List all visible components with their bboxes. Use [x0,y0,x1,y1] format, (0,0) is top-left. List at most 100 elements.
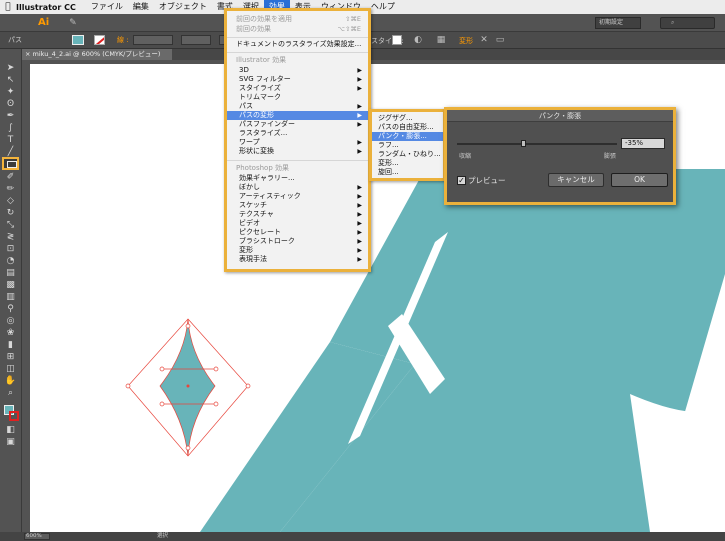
rectangle-tool-icon[interactable] [2,157,19,170]
transform-each-icon[interactable]: ✕ [479,35,489,45]
menu-last-effect[interactable]: 前回の効果 ⌥⇧⌘E [227,25,368,34]
recolor-icon[interactable]: ◐ [413,35,423,45]
perspective-grid-tool-icon[interactable]: ▤ [4,268,17,279]
transform-link[interactable]: 変形 [459,36,473,46]
eyedropper-tool-icon[interactable]: ⚲ [4,304,17,315]
menu-warp[interactable]: ワープ ▶ [227,138,368,147]
amount-value-field[interactable]: -35% [621,138,665,149]
screen-mode-icon[interactable]: ▣ [4,437,17,448]
free-transform-tool-icon[interactable]: ⊡ [4,244,17,255]
menu-object[interactable]: オブジェクト [154,0,212,14]
menu-pathfinder[interactable]: パスファインダー ▶ [227,120,368,129]
document-tab[interactable]: × miku_4_2.ai @ 600% (CMYK/プレビュー) [22,49,172,60]
graphic-style-swatch[interactable] [392,35,402,45]
anchor-point [125,383,131,389]
type-tool-icon[interactable]: T [4,135,17,146]
anchor-point [245,383,251,389]
document-title: miku_4_2.ai @ 600% (CMYK/プレビュー) [32,50,161,58]
hand-tool-icon[interactable]: ✋ [4,376,17,387]
menu-sketch[interactable]: スケッチ ▶ [227,201,368,210]
menu-file[interactable]: ファイル [86,0,128,14]
scale-tool-icon[interactable]: ⤡ [4,220,17,231]
slider-thumb[interactable] [521,140,526,147]
menu-video[interactable]: ビデオ ▶ [227,219,368,228]
menu-distort-transform[interactable]: パスの変形 ▶ [227,111,368,120]
checkmark-icon: ✓ [458,176,465,185]
apple-icon[interactable]:  [0,2,16,12]
menu-texture[interactable]: テクスチャ ▶ [227,210,368,219]
submenu-transform[interactable]: 変形... [372,159,443,168]
stroke-label[interactable]: 線 : [117,35,129,45]
magic-wand-tool-icon[interactable]: ✦ [4,87,17,98]
draw-mode-icon[interactable]: ◧ [4,425,17,436]
search-field[interactable]: ⌕ [660,17,715,29]
menu-svg-filter[interactable]: SVG フィルター ▶ [227,75,368,84]
rotate-tool-icon[interactable]: ↻ [4,208,17,219]
anchor-point [185,445,191,451]
workspace-switcher[interactable]: 初期設定 [595,17,641,29]
stroke-swatch[interactable] [94,35,105,45]
variable-width-profile[interactable] [180,35,211,45]
brush-icon[interactable]: ✎ [69,18,77,28]
submenu-zigzag[interactable]: ジグザグ... [372,114,443,123]
submenu-roughen[interactable]: ラフ... [372,141,443,150]
column-graph-tool-icon[interactable]: ▮ [4,340,17,351]
ok-button[interactable]: OK [611,173,668,187]
zoom-dropdown[interactable]: 600% [24,533,50,540]
submenu-tweak[interactable]: ランダム・ひねり... [372,150,443,159]
menu-effect-gallery[interactable]: 効果ギャラリー... [227,174,368,183]
menu-separator [227,52,368,53]
menu-document-raster-settings[interactable]: ドキュメントのラスタライズ効果設定... [227,40,368,49]
menu-pixelate[interactable]: ピクセレート ▶ [227,228,368,237]
pen-tool-icon[interactable]: ✒ [4,111,17,122]
bloat-label: 膨張 [604,153,617,160]
close-tab-icon[interactable]: × [25,50,33,58]
status-current-tool[interactable]: 選択 [157,532,168,541]
mesh-tool-icon[interactable]: ▩ [4,280,17,291]
stroke-weight-field[interactable] [132,35,173,45]
menu-rasterize[interactable]: ラスタライズ... [227,129,368,138]
menu-blur[interactable]: ぼかし ▶ [227,183,368,192]
zoom-tool-icon[interactable]: ⌕ [4,388,17,399]
menu-edit[interactable]: 編集 [128,0,154,14]
preview-checkbox[interactable]: ✓ [457,176,466,185]
menu-stylize-ps[interactable]: 表現手法 ▶ [227,255,368,264]
menu-convert-to-shape[interactable]: 形状に変換 ▶ [227,147,368,156]
eraser-tool-icon[interactable]: ◇ [4,196,17,207]
shaper-tool-icon[interactable]: ✏ [4,184,17,195]
direct-selection-tool-icon[interactable]: ↖ [4,75,17,86]
width-tool-icon[interactable]: ≷ [4,232,17,243]
menu-3d[interactable]: 3D ▶ [227,66,368,75]
isolate-icon[interactable]: ▭ [495,35,505,45]
preview-label[interactable]: プレビュー [468,176,506,185]
menu-artistic[interactable]: アーティスティック ▶ [227,192,368,201]
lasso-tool-icon[interactable]: ʘ [4,99,17,110]
submenu-free-distort[interactable]: パスの自由変形... [372,123,443,132]
pucker-label: 収縮 [459,153,472,160]
menu-apply-last-effect[interactable]: 前回の効果を適用 ⇧⌘E [227,15,368,24]
cancel-button[interactable]: キャンセル [548,173,604,187]
fill-swatch[interactable] [72,35,84,45]
menu-path[interactable]: パス ▶ [227,102,368,111]
blend-tool-icon[interactable]: ◎ [4,316,17,327]
menu-brush-strokes[interactable]: ブラシストローク ▶ [227,237,368,246]
artboard-tool-icon[interactable]: ⊞ [4,352,17,363]
menu-crop-marks[interactable]: トリムマーク [227,93,368,102]
gradient-tool-icon[interactable]: ▥ [4,292,17,303]
app-menu[interactable]: Illustrator CC [16,3,76,12]
symbol-sprayer-tool-icon[interactable]: ❀ [4,328,17,339]
menu-stylize[interactable]: スタイライズ ▶ [227,84,368,93]
submenu-pucker-bloat[interactable]: パンク・膨張... [372,132,443,141]
stroke-color-box[interactable] [9,411,19,421]
shape-builder-tool-icon[interactable]: ◔ [4,256,17,267]
selection-tool-icon[interactable]: ➤ [4,63,17,74]
slice-tool-icon[interactable]: ◫ [4,364,17,375]
anchor-point [213,401,219,407]
amount-slider[interactable] [457,140,617,147]
search-icon: ⌕ [671,19,675,26]
paintbrush-tool-icon[interactable]: ✐ [4,172,17,183]
curvature-tool-icon[interactable]: ∫ [4,123,17,134]
menu-distort[interactable]: 変形 ▶ [227,246,368,255]
align-icon[interactable]: ▦ [436,35,446,45]
submenu-twist[interactable]: 旋回... [372,168,443,177]
